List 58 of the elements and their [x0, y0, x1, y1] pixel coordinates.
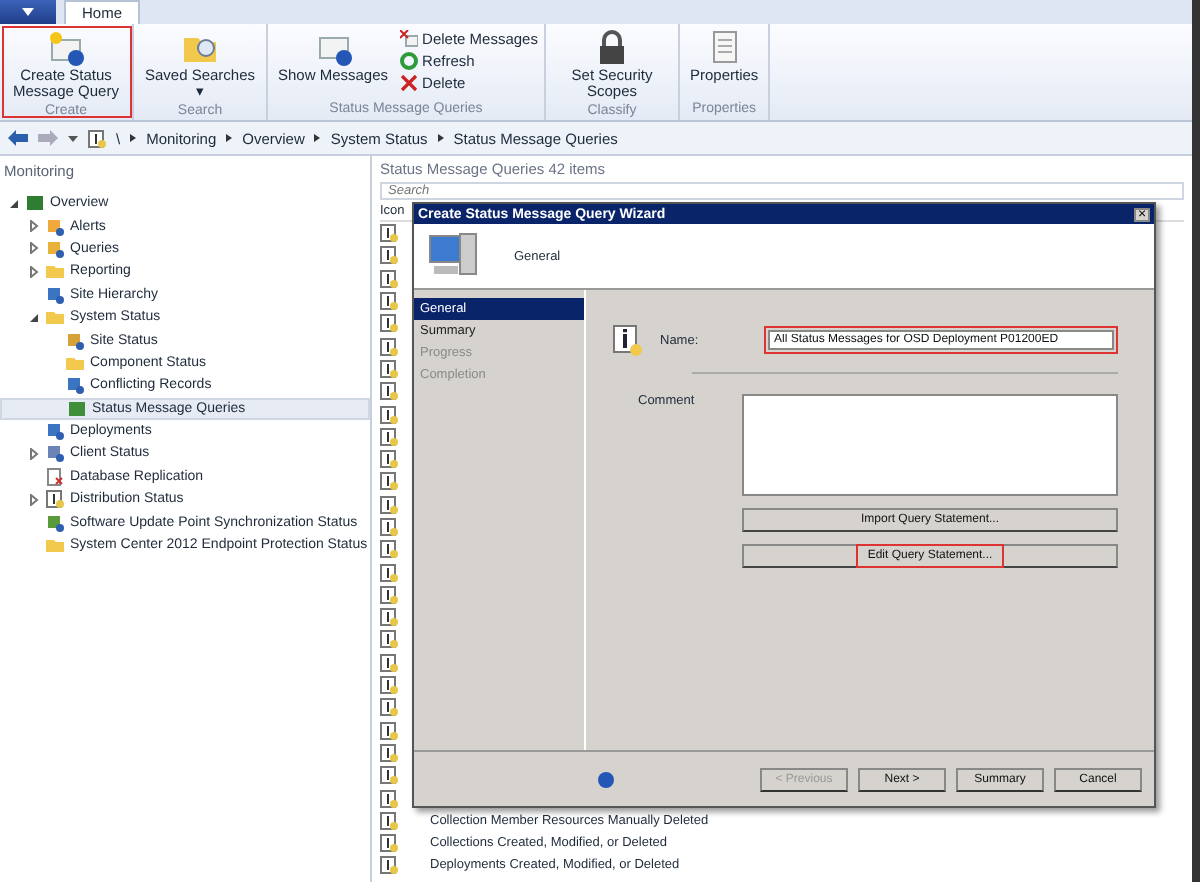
collapsed-arrow-icon[interactable]	[28, 242, 40, 255]
status-message-icon	[46, 490, 64, 509]
shield-icon	[68, 399, 86, 418]
status-message-icon	[380, 585, 398, 604]
collapsed-arrow-icon[interactable]	[28, 447, 40, 460]
info-icon	[612, 324, 644, 356]
status-message-icon	[380, 766, 398, 785]
status-message-icon	[380, 789, 398, 808]
help-icon[interactable]	[598, 771, 614, 787]
status-message-icon	[380, 405, 398, 424]
delete-icon	[400, 73, 419, 91]
status-message-icon	[380, 608, 398, 627]
refresh-icon	[400, 51, 419, 69]
collapsed-arrow-icon[interactable]	[28, 220, 40, 233]
status-message-icon	[380, 314, 398, 333]
status-message-icon	[380, 450, 398, 469]
status-message-icon	[380, 427, 398, 446]
application-menu-button[interactable]	[0, 0, 56, 24]
status-message-icon	[380, 676, 398, 695]
chevron-icon	[314, 134, 321, 142]
expanded-arrow-icon[interactable]	[28, 311, 40, 324]
status-message-icon	[380, 472, 398, 491]
status-message-icon	[380, 518, 398, 536]
status-message-icon	[380, 292, 398, 311]
folder-icon	[66, 353, 84, 372]
status-message-icon	[380, 382, 398, 401]
status-message-icon	[380, 246, 398, 265]
dropdown-caret-icon[interactable]	[68, 135, 78, 141]
status-message-icon	[380, 630, 398, 649]
chevron-icon	[437, 134, 444, 142]
status-message-icon	[380, 743, 398, 762]
collapsed-arrow-icon[interactable]	[28, 265, 40, 278]
status-message-icon	[380, 224, 398, 243]
status-message-icon	[380, 721, 398, 740]
status-message-icon	[380, 834, 398, 853]
folder-icon	[46, 536, 64, 555]
status-message-icon	[380, 269, 398, 288]
status-message-icon	[380, 359, 398, 378]
status-message-icon	[380, 653, 398, 672]
monitor-icon	[26, 194, 44, 213]
status-message-icon	[88, 129, 106, 147]
status-message-icon	[380, 495, 398, 514]
status-message-icon	[380, 563, 398, 582]
collapsed-arrow-icon[interactable]	[28, 493, 40, 506]
expanded-arrow-icon[interactable]	[8, 197, 20, 210]
conflict-icon	[46, 467, 64, 486]
back-arrow-icon[interactable]	[8, 130, 28, 146]
chevron-icon	[130, 134, 137, 142]
status-message-icon	[380, 856, 398, 875]
caret-icon	[22, 8, 34, 16]
folder-icon	[46, 262, 64, 281]
status-message-icon	[380, 337, 398, 356]
status-message-icon	[380, 698, 398, 717]
comment-field[interactable]	[742, 394, 1118, 496]
status-message-icon	[380, 811, 398, 830]
chevron-icon	[226, 134, 233, 142]
folder-icon	[46, 308, 64, 327]
status-message-icon	[380, 540, 398, 559]
